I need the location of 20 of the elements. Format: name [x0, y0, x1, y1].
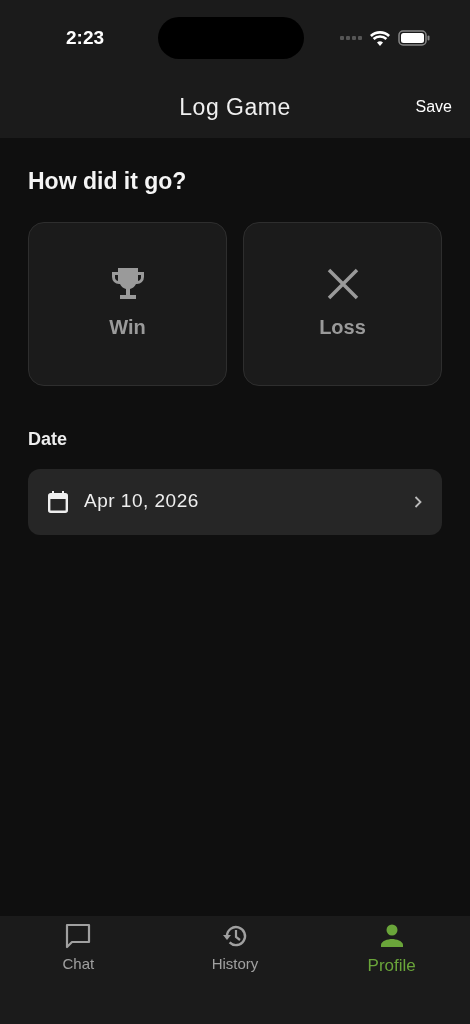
date-picker-field[interactable]: Apr 10, 2026 [28, 468, 442, 535]
wifi-icon [370, 30, 390, 46]
person-icon [378, 923, 405, 949]
trophy-icon [109, 265, 146, 302]
save-button[interactable]: Save [415, 95, 452, 119]
status-time: 2:23 [66, 25, 105, 50]
chat-icon [65, 923, 92, 949]
tab-bar-item[interactable]: Chat [0, 922, 157, 977]
battery-icon [398, 30, 430, 46]
date-label: Date [28, 427, 68, 451]
screen-title: Log Game [179, 92, 291, 122]
tab-bar-item[interactable]: History [156, 922, 314, 977]
outcome-option[interactable]: Loss [243, 221, 442, 386]
chevron-right-icon [414, 495, 422, 508]
tab-bar-item[interactable]: Profile [313, 922, 470, 980]
question-heading: How did it go? [28, 168, 188, 196]
signal-icon [340, 35, 362, 41]
calendar-icon [48, 490, 68, 513]
outcome-option[interactable]: Win [28, 221, 227, 386]
history-icon [222, 923, 248, 949]
